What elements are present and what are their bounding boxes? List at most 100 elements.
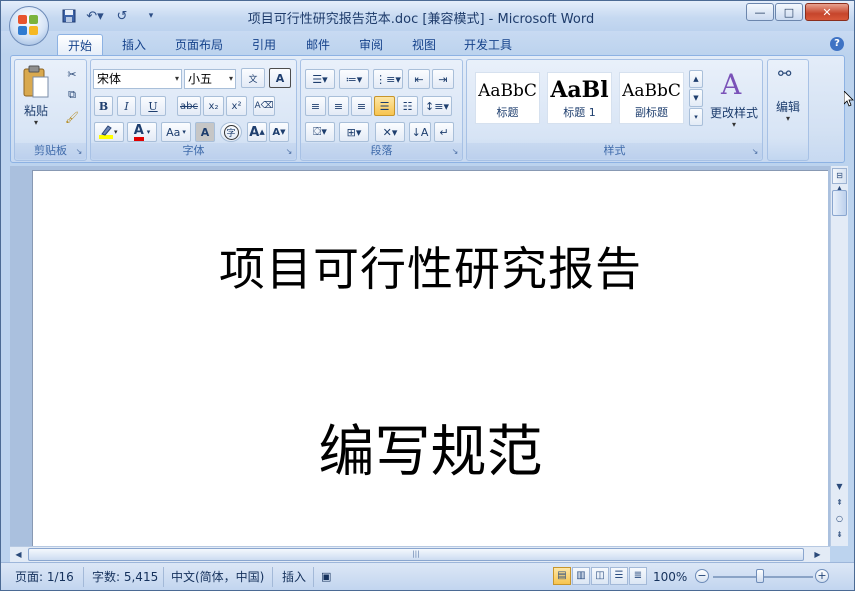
- font-size-combo[interactable]: 小五 ▾: [184, 69, 236, 89]
- decrease-indent-button[interactable]: ⇤: [408, 69, 430, 89]
- enclose-char-button[interactable]: 字: [220, 122, 242, 142]
- office-button[interactable]: [9, 6, 49, 46]
- styles-launcher-icon[interactable]: ↘: [750, 147, 760, 157]
- tab-view[interactable]: 视图: [403, 34, 445, 55]
- document-title[interactable]: 项目可行性研究报告: [33, 233, 828, 299]
- cut-icon[interactable]: ✂: [63, 66, 81, 82]
- undo-icon[interactable]: ↶▾: [83, 8, 107, 24]
- select-browse-object-icon[interactable]: ○: [832, 512, 847, 528]
- align-right-button[interactable]: ≡: [351, 96, 372, 116]
- show-marks-button[interactable]: ↵: [434, 122, 454, 142]
- maximize-button[interactable]: □: [775, 3, 803, 21]
- distributed-button[interactable]: ☷: [397, 96, 418, 116]
- group-editing[interactable]: ⚯ 编辑 ▾: [767, 59, 809, 161]
- tab-references[interactable]: 引用: [243, 34, 285, 55]
- scroll-down-icon[interactable]: ▼: [832, 480, 847, 496]
- shading-button[interactable]: ⛋▾: [305, 122, 335, 142]
- italic-button[interactable]: I: [117, 96, 136, 116]
- superscript-button[interactable]: x²: [226, 96, 247, 116]
- font-name-dropdown-icon[interactable]: ▾: [175, 70, 179, 88]
- bold-button[interactable]: B: [94, 96, 113, 116]
- styles-scroll-up-icon[interactable]: ▲: [689, 70, 703, 88]
- strikethrough-button[interactable]: abc: [177, 96, 201, 116]
- paragraph-launcher-icon[interactable]: ↘: [450, 147, 460, 157]
- document-subtitle[interactable]: 编写规范: [33, 407, 828, 488]
- shrink-font-button[interactable]: A ▼: [269, 122, 289, 142]
- zoom-in-icon[interactable]: +: [815, 569, 829, 583]
- grow-font-button[interactable]: A ▲: [247, 122, 267, 142]
- style-subtitle[interactable]: AaBbC 副标题: [619, 72, 684, 124]
- borders-button[interactable]: ⊞▾: [339, 122, 369, 142]
- group-clipboard: 粘贴 ▾ ✂ ⧉ 🖌 剪贴板 ↘: [14, 59, 87, 161]
- horizontal-scrollbar[interactable]: ◀ ||| ▶: [10, 546, 830, 562]
- font-name-combo[interactable]: 宋体 ▾: [93, 69, 182, 89]
- status-language[interactable]: 中文(简体，中国): [171, 568, 264, 586]
- draft-view-icon[interactable]: ≣: [629, 567, 647, 585]
- bullets-button[interactable]: ☰▾: [305, 69, 335, 89]
- document-page[interactable]: 项目可行性研究报告 编写规范: [32, 170, 828, 546]
- save-icon[interactable]: [61, 8, 77, 24]
- font-launcher-icon[interactable]: ↘: [284, 147, 294, 157]
- char-shading-button[interactable]: A: [195, 122, 215, 142]
- status-page[interactable]: 页面: 1/16: [15, 568, 74, 586]
- styles-more-icon[interactable]: ▾: [689, 108, 703, 126]
- zoom-level[interactable]: 100%: [653, 568, 687, 586]
- tab-developer[interactable]: 开发工具: [456, 34, 520, 55]
- next-page-icon[interactable]: ⇟: [832, 528, 847, 544]
- scroll-right-icon[interactable]: ▶: [810, 548, 825, 562]
- vertical-scrollbar[interactable]: ⊟ ▲ ▼ ⇞ ○ ⇟: [830, 166, 848, 546]
- help-icon[interactable]: ?: [830, 37, 844, 51]
- vertical-scroll-thumb[interactable]: [832, 190, 847, 216]
- clipboard-launcher-icon[interactable]: ↘: [74, 147, 84, 157]
- chinese-layout-button[interactable]: ✕▾: [375, 122, 405, 142]
- char-border-button[interactable]: A: [269, 68, 291, 88]
- tab-home[interactable]: 开始: [57, 34, 103, 55]
- zoom-out-icon[interactable]: −: [695, 569, 709, 583]
- tab-mailings[interactable]: 邮件: [297, 34, 339, 55]
- web-layout-icon[interactable]: ◫: [591, 567, 609, 585]
- underline-button[interactable]: U: [140, 96, 166, 116]
- font-color-button[interactable]: A ▾: [127, 122, 157, 142]
- paste-button[interactable]: 粘贴 ▾: [21, 64, 55, 127]
- increase-indent-button[interactable]: ⇥: [432, 69, 454, 89]
- style-name: 标题 1: [563, 106, 596, 119]
- sort-button[interactable]: ↓A: [409, 122, 431, 142]
- scroll-left-icon[interactable]: ◀: [11, 548, 26, 562]
- clear-formatting-button[interactable]: A⌫: [253, 96, 275, 116]
- copy-icon[interactable]: ⧉: [63, 87, 81, 103]
- phonetic-guide-button[interactable]: 文: [241, 68, 265, 88]
- minimize-button[interactable]: —: [746, 3, 774, 21]
- status-insert-mode[interactable]: 插入: [282, 568, 306, 586]
- customize-qat-icon[interactable]: ▾: [145, 8, 157, 24]
- format-painter-icon[interactable]: 🖌: [63, 109, 81, 125]
- tab-page-layout[interactable]: 页面布局: [167, 34, 231, 55]
- tab-insert[interactable]: 插入: [113, 34, 155, 55]
- align-left-button[interactable]: ≡: [305, 96, 326, 116]
- numbering-button[interactable]: ≔▾: [339, 69, 369, 89]
- redo-icon[interactable]: ↺: [113, 8, 131, 24]
- horizontal-scroll-thumb[interactable]: |||: [28, 548, 804, 561]
- outline-view-icon[interactable]: ☰: [610, 567, 628, 585]
- previous-page-icon[interactable]: ⇞: [832, 496, 847, 512]
- full-screen-reading-icon[interactable]: ▥: [572, 567, 590, 585]
- macro-recording-icon[interactable]: ▣: [321, 568, 337, 586]
- close-button[interactable]: ✕: [805, 3, 849, 21]
- change-case-button[interactable]: Aa ▾: [161, 122, 191, 142]
- highlight-button[interactable]: ▾: [94, 122, 124, 142]
- multilevel-list-button[interactable]: ⋮≡▾: [373, 69, 403, 89]
- zoom-slider-thumb[interactable]: [756, 569, 764, 583]
- ruler-toggle-icon[interactable]: ⊟: [832, 168, 847, 184]
- change-styles-button[interactable]: A 更改样式 ▾: [707, 66, 761, 132]
- style-title[interactable]: AaBbC 标题: [475, 72, 540, 124]
- line-spacing-button[interactable]: ↕≡▾: [422, 96, 452, 116]
- group-label-font: 字体: [91, 143, 296, 159]
- styles-scroll-down-icon[interactable]: ▼: [689, 89, 703, 107]
- style-heading-1[interactable]: AaBl 标题 1: [547, 72, 612, 124]
- font-size-dropdown-icon[interactable]: ▾: [229, 70, 233, 88]
- status-word-count[interactable]: 字数: 5,415: [92, 568, 158, 586]
- align-center-button[interactable]: ≡: [328, 96, 349, 116]
- subscript-button[interactable]: x₂: [203, 96, 224, 116]
- tab-review[interactable]: 审阅: [350, 34, 392, 55]
- print-layout-view-icon[interactable]: ▤: [553, 567, 571, 585]
- justify-button[interactable]: ☰: [374, 96, 395, 116]
